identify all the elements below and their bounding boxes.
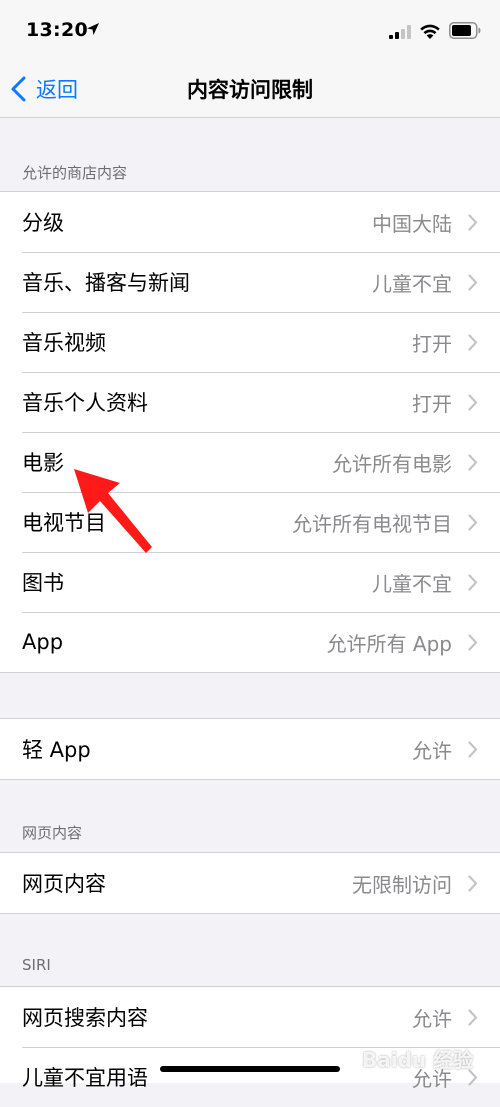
row-music-profiles[interactable]: 音乐个人资料 打开 xyxy=(0,372,500,432)
chevron-right-icon xyxy=(468,874,478,892)
row-value: 允许所有电视节目 xyxy=(292,511,452,536)
row-label: 电影 xyxy=(22,451,64,475)
chevron-right-icon xyxy=(468,213,478,231)
row-ratings[interactable]: 分级 中国大陆 xyxy=(0,192,500,252)
row-label: 电视节目 xyxy=(22,511,106,535)
section-header-store-content: 允许的商店内容 xyxy=(22,164,128,182)
web-content-group: 网页内容 无限制访问 xyxy=(0,852,500,914)
row-tv-shows[interactable]: 电视节目 允许所有电视节目 xyxy=(0,492,500,552)
wifi-icon xyxy=(420,24,440,39)
chevron-right-icon xyxy=(468,1008,478,1026)
row-movies[interactable]: 电影 允许所有电影 xyxy=(0,432,500,492)
row-web-search-content[interactable]: 网页搜索内容 允许 xyxy=(0,987,500,1047)
row-value: 打开 xyxy=(412,331,452,356)
row-apps[interactable]: App 允许所有 App xyxy=(0,612,500,672)
section-header-web-content: 网页内容 xyxy=(22,824,83,842)
row-label: 分级 xyxy=(22,211,64,235)
navigation-bar: 返回 内容访问限制 xyxy=(0,60,500,118)
chevron-right-icon xyxy=(468,573,478,591)
location-arrow-icon xyxy=(87,23,99,35)
battery-icon xyxy=(449,22,481,39)
row-music-videos[interactable]: 音乐视频 打开 xyxy=(0,312,500,372)
row-value: 允许 xyxy=(412,1006,452,1031)
row-music-podcasts-news[interactable]: 音乐、播客与新闻 儿童不宜 xyxy=(0,252,500,312)
chevron-right-icon xyxy=(468,740,478,758)
watermark-logo: Baidu 经验 xyxy=(362,1048,474,1072)
row-label: 音乐、播客与新闻 xyxy=(22,271,190,295)
chevron-right-icon xyxy=(468,513,478,531)
row-label: 网页搜索内容 xyxy=(22,1006,148,1030)
row-label: 图书 xyxy=(22,571,64,595)
home-indicator[interactable] xyxy=(160,1066,340,1072)
row-value: 允许所有 App xyxy=(326,631,452,656)
row-value: 儿童不宜 xyxy=(372,571,452,596)
row-label: 儿童不宜用语 xyxy=(22,1066,148,1090)
row-value: 打开 xyxy=(412,391,452,416)
store-content-group: 分级 中国大陆 音乐、播客与新闻 儿童不宜 音乐视频 打开 音乐个人资料 打开 … xyxy=(0,191,500,673)
app-clips-group: 轻 App 允许 xyxy=(0,718,500,780)
row-books[interactable]: 图书 儿童不宜 xyxy=(0,552,500,612)
row-value: 儿童不宜 xyxy=(372,271,452,296)
status-bar: 13:20 xyxy=(0,0,500,60)
row-label: 音乐个人资料 xyxy=(22,391,148,415)
row-value: 中国大陆 xyxy=(372,211,452,236)
row-value: 允许所有电影 xyxy=(332,451,452,476)
chevron-right-icon xyxy=(468,393,478,411)
row-value: 无限制访问 xyxy=(352,872,452,897)
chevron-right-icon xyxy=(468,453,478,471)
row-label: 音乐视频 xyxy=(22,331,106,355)
status-time: 13:20 xyxy=(26,19,88,41)
row-value: 允许 xyxy=(412,738,452,763)
row-label: 网页内容 xyxy=(22,872,106,896)
row-app-clips[interactable]: 轻 App 允许 xyxy=(0,719,500,779)
cellular-signal-icon xyxy=(389,25,411,39)
row-web-content[interactable]: 网页内容 无限制访问 xyxy=(0,853,500,913)
section-header-siri: SIRI xyxy=(22,956,51,974)
chevron-right-icon xyxy=(468,633,478,651)
chevron-right-icon xyxy=(468,333,478,351)
row-label: 轻 App xyxy=(22,738,91,762)
row-label: App xyxy=(22,630,64,654)
page-title: 内容访问限制 xyxy=(187,78,313,102)
chevron-right-icon xyxy=(468,273,478,291)
